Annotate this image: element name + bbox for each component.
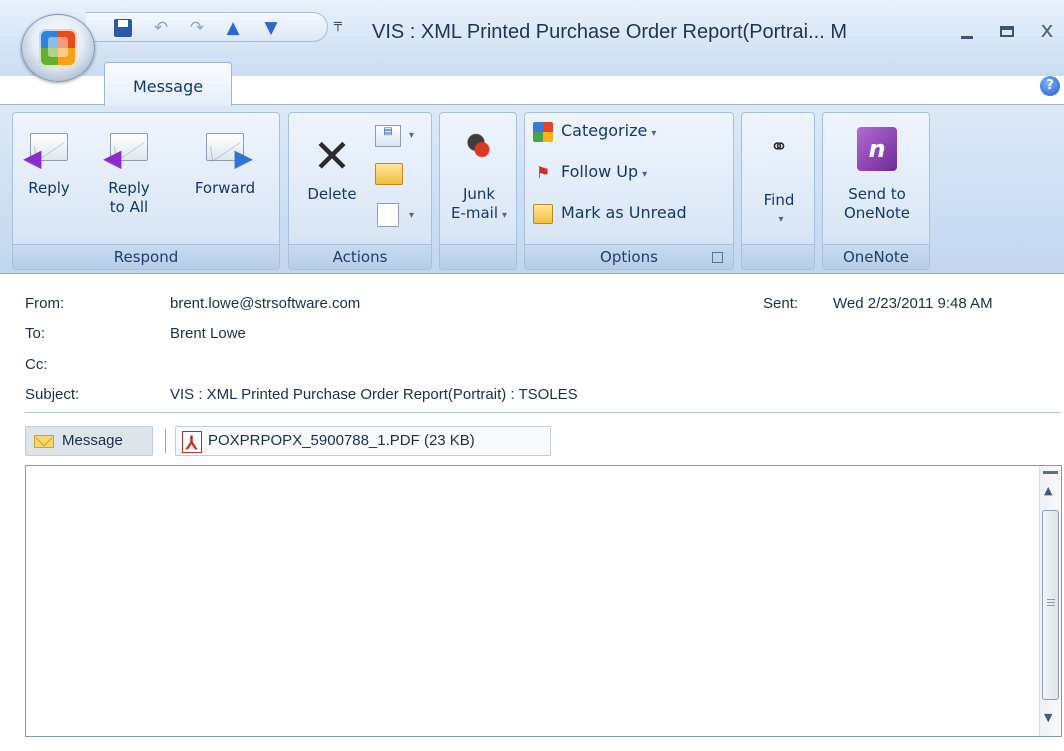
maximize-icon xyxy=(1000,26,1014,37)
send-onenote-label-2: OneNote xyxy=(843,204,911,222)
find-dropdown-icon: ▾ xyxy=(778,214,784,225)
scroll-grip-icon xyxy=(1047,599,1055,606)
delete-icon: ✕ xyxy=(312,129,352,183)
follow-up-button[interactable]: ⚑ Follow Up ▾ xyxy=(533,162,647,188)
flag-icon: ⚑ xyxy=(535,162,551,182)
reply-icon: ◀ xyxy=(23,133,68,170)
find-button[interactable]: ⚭ Find ▾ xyxy=(744,135,814,229)
scroll-up-icon[interactable]: ▲ xyxy=(1044,484,1052,497)
send-to-onenote-button[interactable]: n Send to OneNote xyxy=(827,127,927,223)
office-button[interactable] xyxy=(21,14,95,82)
close-button[interactable]: x xyxy=(1030,16,1064,48)
tab-message[interactable]: Message xyxy=(104,62,232,106)
categorize-icon xyxy=(533,121,553,142)
previous-item-icon[interactable]: ▲ xyxy=(222,17,244,39)
minimize-button[interactable] xyxy=(950,16,984,48)
attachment-separator xyxy=(165,429,166,453)
reply-all-label-2: to All xyxy=(109,198,149,216)
delete-label: Delete xyxy=(307,185,357,203)
follow-up-label: Follow Up xyxy=(561,162,639,181)
group-label-junk xyxy=(440,244,516,269)
find-label: Find xyxy=(763,191,795,209)
move-to-folder-icon[interactable]: ▤ ▾ xyxy=(375,125,414,147)
message-tab-button[interactable]: Message xyxy=(25,426,153,456)
junk-label-2: E-mail xyxy=(450,204,498,222)
group-junk: Junk E-mail ▾ xyxy=(439,112,517,270)
options-dialog-launcher-icon[interactable] xyxy=(712,252,723,263)
mark-unread-button[interactable]: Mark as Unread xyxy=(533,203,687,229)
from-value[interactable]: brent.lowe@strsoftware.com xyxy=(170,295,360,312)
forward-label: Forward xyxy=(194,179,256,197)
sent-value: Wed 2/23/2011 9:48 AM xyxy=(833,295,993,312)
junk-email-button[interactable]: Junk E-mail ▾ xyxy=(442,131,516,225)
ribbon: ◀ Reply ◀ Reply to All ▶ Forward Respond… xyxy=(0,104,1064,274)
scroll-down-icon[interactable]: ▼ xyxy=(1044,711,1052,724)
save-icon[interactable] xyxy=(112,17,134,39)
reply-all-button[interactable]: ◀ Reply to All xyxy=(97,133,161,217)
reply-all-icon: ◀ xyxy=(103,133,148,170)
group-options: Categorize ▾ ⚑ Follow Up ▾ Mark as Unread O… xyxy=(524,112,734,270)
message-tab-label: Message xyxy=(62,432,123,449)
onenote-icon: n xyxy=(857,127,897,171)
mark-unread-label: Mark as Unread xyxy=(561,203,687,222)
group-label-respond: Respond xyxy=(13,244,279,269)
categorize-button[interactable]: Categorize ▾ xyxy=(533,121,656,147)
next-item-icon[interactable]: ▼ xyxy=(260,17,282,39)
delete-button[interactable]: ✕ Delete xyxy=(297,131,367,204)
quick-access-toolbar: ↶ ↷ ▲ ▼ xyxy=(86,12,328,42)
vertical-scrollbar[interactable]: ▲ ▼ xyxy=(1039,466,1061,736)
create-rule-icon[interactable] xyxy=(375,163,403,185)
attachment-bar: Message POXPRPOPX_5900788_1.PDF (23 KB) xyxy=(25,423,1060,458)
mark-unread-icon xyxy=(533,203,553,224)
customize-toolbar-icon[interactable]: ╤ xyxy=(334,17,342,32)
subject-label: Subject: xyxy=(25,386,80,403)
group-label-onenote: OneNote xyxy=(823,244,929,269)
minimize-icon xyxy=(961,36,973,39)
to-value[interactable]: Brent Lowe xyxy=(170,325,246,342)
group-respond: ◀ Reply ◀ Reply to All ▶ Forward Respond xyxy=(12,112,280,270)
scroll-split-handle[interactable] xyxy=(1043,471,1058,474)
forward-button[interactable]: ▶ Forward xyxy=(183,133,267,198)
junk-label-1: Junk xyxy=(462,185,496,203)
subject-value: VIS : XML Printed Purchase Order Report(… xyxy=(170,386,578,403)
binoculars-icon: ⚭ xyxy=(769,135,789,160)
reply-all-label-1: Reply xyxy=(108,179,150,197)
redo-icon[interactable]: ↷ xyxy=(186,17,208,39)
group-find: ⚭ Find ▾ xyxy=(741,112,815,270)
tab-label: Message xyxy=(132,77,204,96)
cc-label: Cc: xyxy=(25,356,48,373)
categorize-label: Categorize xyxy=(561,121,648,140)
group-label-find xyxy=(742,244,814,269)
pdf-attachment-label: POXPRPOPX_5900788_1.PDF (23 KB) xyxy=(208,432,475,449)
envelope-icon xyxy=(34,435,54,448)
undo-icon[interactable]: ↶ xyxy=(150,17,172,39)
forward-icon: ▶ xyxy=(206,133,253,170)
junk-label-2-wrap: E-mail ▾ xyxy=(450,204,508,222)
message-body[interactable]: ▲ ▼ xyxy=(25,465,1062,737)
help-icon[interactable]: ? xyxy=(1040,76,1060,96)
group-onenote: n Send to OneNote OneNote xyxy=(822,112,930,270)
send-onenote-label-1: Send to xyxy=(848,185,906,203)
reply-label: Reply xyxy=(28,179,70,197)
reply-button[interactable]: ◀ Reply xyxy=(19,133,79,198)
group-actions: ✕ Delete ▤ ▾ ▾ Actions xyxy=(288,112,432,270)
junk-icon xyxy=(464,131,494,161)
group-label-actions: Actions xyxy=(289,244,431,269)
pdf-icon xyxy=(182,430,202,457)
group-label-options: Options xyxy=(525,244,733,269)
options-label: Options xyxy=(600,248,658,266)
office-logo-icon xyxy=(39,29,77,67)
to-label: To: xyxy=(25,325,46,342)
window-title: VIS : XML Printed Purchase Order Report(… xyxy=(372,21,847,43)
header-divider xyxy=(25,412,1060,413)
scroll-thumb[interactable] xyxy=(1042,510,1059,700)
sent-label: Sent: xyxy=(763,295,799,312)
maximize-button[interactable] xyxy=(990,16,1024,48)
from-label: From: xyxy=(25,295,65,312)
pdf-attachment[interactable]: POXPRPOPX_5900788_1.PDF (23 KB) xyxy=(175,426,551,457)
other-actions-icon[interactable]: ▾ xyxy=(377,203,414,227)
